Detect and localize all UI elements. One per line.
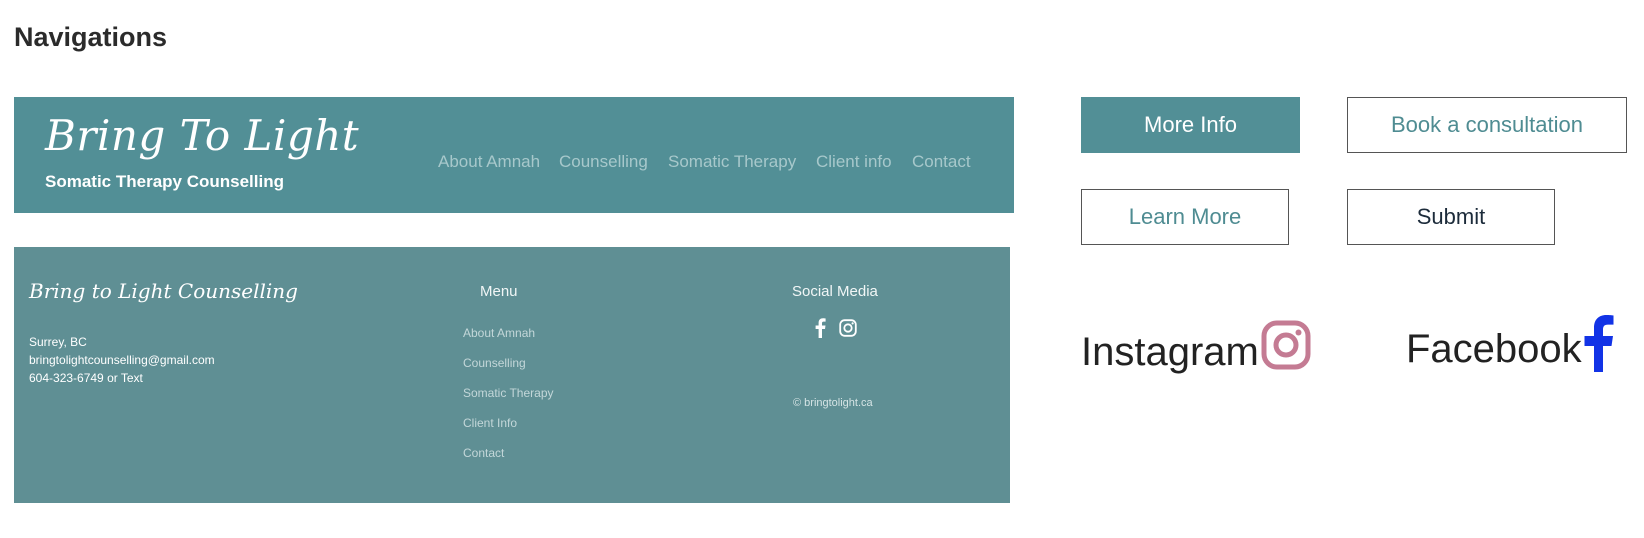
submit-button[interactable]: Submit	[1347, 189, 1555, 245]
footer-social-heading: Social Media	[792, 283, 878, 300]
footer-menu-item-counselling[interactable]: Counselling	[463, 356, 526, 370]
footer-location: Surrey, BC	[29, 335, 87, 349]
footer-menu-heading: Menu	[480, 283, 518, 300]
nav-link-counselling[interactable]: Counselling	[559, 152, 648, 172]
brand-logo-script[interactable]: Bring To Light	[45, 111, 359, 160]
footer-phone[interactable]: 604-323-6749 or Text	[29, 371, 143, 385]
learn-more-button[interactable]: Learn More	[1081, 189, 1289, 245]
brand-subtitle: Somatic Therapy Counselling	[45, 172, 284, 191]
copyright-text: © bringtolight.ca	[793, 397, 873, 409]
nav-link-somatic-therapy[interactable]: Somatic Therapy	[668, 152, 796, 172]
footer-menu-item-client-info[interactable]: Client Info	[463, 416, 517, 430]
nav-link-contact[interactable]: Contact	[912, 152, 971, 172]
nav-link-about-amnah[interactable]: About Amnah	[438, 152, 540, 172]
instagram-label[interactable]: Instagram	[1081, 330, 1259, 375]
more-info-button[interactable]: More Info	[1081, 97, 1300, 153]
instagram-icon[interactable]	[1260, 319, 1312, 371]
book-consultation-button[interactable]: Book a consultation	[1347, 97, 1627, 153]
facebook-icon[interactable]	[1580, 313, 1616, 373]
footer-menu-item-somatic-therapy[interactable]: Somatic Therapy	[463, 386, 554, 400]
facebook-label[interactable]: Facebook	[1406, 327, 1582, 372]
instagram-icon[interactable]	[838, 318, 858, 338]
page-title: Navigations	[14, 22, 168, 52]
footer-menu-item-contact[interactable]: Contact	[463, 446, 504, 460]
facebook-icon[interactable]	[811, 317, 829, 339]
footer-menu-item-about-amnah[interactable]: About Amnah	[463, 326, 535, 340]
footer-email[interactable]: bringtolightcounselling@gmail.com	[29, 353, 215, 367]
footer-brand-script: Bring to Light Counselling	[29, 279, 298, 303]
header-nav-bar: Bring To Light Somatic Therapy Counselli…	[14, 97, 1014, 213]
footer: Bring to Light Counselling Surrey, BC br…	[14, 247, 1010, 503]
nav-link-client-info[interactable]: Client info	[816, 152, 892, 172]
